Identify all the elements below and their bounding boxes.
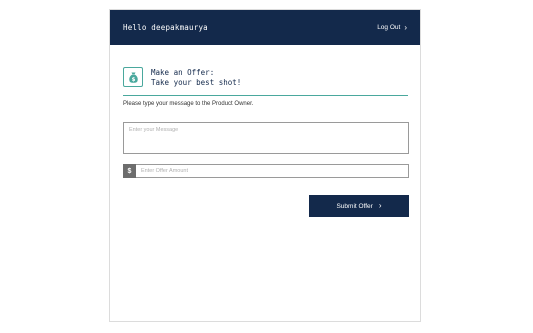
offer-title-line1: Make an Offer: [151,68,215,77]
dollar-icon: $ [123,164,136,178]
offer-card: Hello deepakmaurya Log Out › $ Make an O… [109,9,421,322]
message-input[interactable] [123,122,409,154]
money-bag-icon: $ [123,67,143,87]
offer-title: Make an Offer: Take your best shot! [151,68,241,88]
svg-text:$: $ [131,77,135,83]
submit-offer-label: Submit Offer [336,202,373,210]
chevron-right-icon: › [378,201,382,210]
greeting-text: Hello deepakmaurya [123,23,208,32]
logout-link[interactable]: Log Out › [377,22,407,32]
offer-amount-input[interactable] [136,164,409,178]
submit-offer-button[interactable]: Submit Offer › [309,195,409,217]
instructions-text: Please type your message to the Product … [123,101,254,107]
logout-label: Log Out [377,24,401,31]
chevron-right-icon: › [404,22,407,32]
offer-heading: $ Make an Offer: Take your best shot! [123,67,408,96]
offer-title-line2: Take your best shot! [151,78,242,87]
header-bar: Hello deepakmaurya Log Out › [110,10,420,45]
offer-amount-group: $ [123,164,409,178]
